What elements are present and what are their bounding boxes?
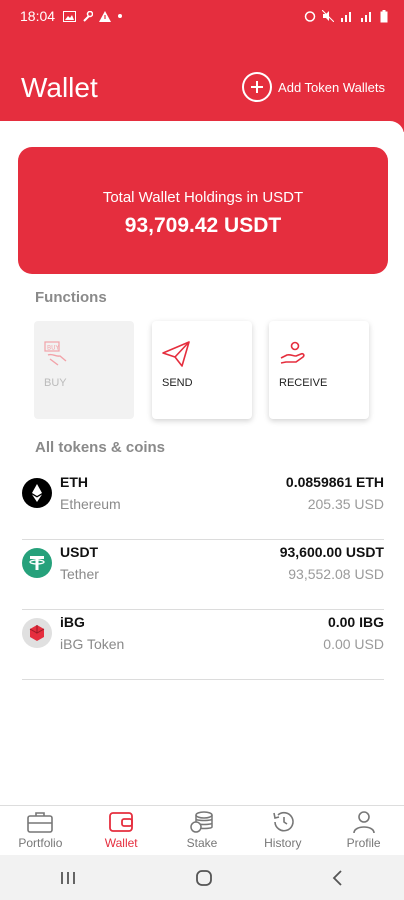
- token-usd-value: 93,552.08 USD: [288, 566, 384, 582]
- coins-icon: [190, 811, 213, 833]
- tether-icon: [22, 548, 52, 578]
- nav-item-profile[interactable]: Profile: [323, 806, 404, 855]
- buy-button[interactable]: BUY BUY: [34, 321, 134, 419]
- nav-label-history: History: [264, 836, 302, 850]
- token-symbol: iBG: [60, 614, 85, 630]
- wallet-icon: [109, 812, 134, 832]
- plus-circle-icon: [242, 72, 273, 102]
- ibg-icon: [22, 618, 52, 648]
- token-symbol: ETH: [60, 474, 88, 490]
- home-icon[interactable]: [195, 869, 213, 887]
- holdings-amount: 93,709.42 USDT: [124, 214, 282, 237]
- status-left-icons: [63, 10, 123, 22]
- nav-item-portfolio[interactable]: Portfolio: [0, 806, 81, 855]
- send-label: SEND: [162, 377, 193, 389]
- token-balance: 93,600.00 USDT: [279, 544, 384, 560]
- holdings-card: Total Wallet Holdings in USDT 93,709.42 …: [18, 147, 388, 274]
- token-name: Tether: [60, 566, 99, 582]
- tokens-title: All tokens & coins: [35, 439, 166, 456]
- wrench-icon: [83, 10, 94, 22]
- nav-item-wallet[interactable]: Wallet: [81, 806, 162, 855]
- receive-button[interactable]: RECEIVE: [269, 321, 369, 419]
- send-button[interactable]: SEND: [152, 321, 252, 419]
- token-usd-value: 0.00 USD: [323, 636, 384, 652]
- system-navigation-bar: [0, 855, 404, 900]
- token-name: iBG Token: [60, 636, 125, 652]
- token-symbol: USDT: [60, 544, 99, 560]
- bottom-navigation: Portfolio Wallet Stake History Profile: [0, 805, 404, 855]
- history-icon: [272, 811, 294, 832]
- svg-text:BUY: BUY: [47, 345, 60, 352]
- buy-label: BUY: [44, 377, 67, 389]
- status-right-icons: [304, 9, 388, 23]
- receive-icon: [279, 341, 307, 372]
- nav-label-portfolio: Portfolio: [18, 836, 63, 850]
- add-token-wallets-button[interactable]: Add Token Wallets: [242, 72, 385, 102]
- token-row-usdt[interactable]: USDT Tether 93,600.00 USDT 93,552.08 USD: [22, 540, 384, 610]
- token-row-eth[interactable]: ETH Ethereum 0.0859861 ETH 205.35 USD: [22, 470, 384, 540]
- status-bar: 18:04: [0, 0, 404, 32]
- status-time: 18:04: [20, 8, 56, 24]
- nav-item-history[interactable]: History: [242, 806, 323, 855]
- functions-title: Functions: [35, 289, 107, 306]
- dot-icon: [118, 14, 123, 18]
- signal-icon-2: [361, 12, 371, 22]
- back-icon[interactable]: [331, 869, 345, 887]
- page-title: Wallet: [21, 72, 98, 103]
- send-icon: [162, 341, 190, 372]
- mute-icon: [322, 10, 334, 22]
- warning-icon: [99, 10, 112, 22]
- nav-label-wallet: Wallet: [104, 836, 138, 850]
- buy-icon: BUY: [44, 341, 70, 372]
- image-icon: [63, 10, 77, 22]
- person-icon: [352, 811, 375, 834]
- ethereum-icon: [22, 478, 52, 508]
- briefcase-icon: [27, 812, 54, 833]
- token-name: Ethereum: [60, 496, 121, 512]
- token-balance: 0.00 IBG: [327, 614, 384, 630]
- token-usd-value: 205.35 USD: [307, 496, 384, 512]
- app-header: Wallet Add Token Wallets: [0, 32, 404, 132]
- nav-label-stake: Stake: [186, 836, 218, 850]
- token-balance: 0.0859861 ETH: [285, 474, 384, 490]
- nav-label-profile: Profile: [346, 836, 381, 850]
- signal-icon: [341, 12, 351, 22]
- recent-apps-icon[interactable]: [59, 870, 77, 886]
- receive-label: RECEIVE: [279, 377, 328, 389]
- battery-icon: [380, 9, 388, 22]
- alarm-icon: [304, 11, 316, 22]
- token-row-ibg[interactable]: iBG iBG Token 0.00 IBG 0.00 USD: [22, 610, 384, 680]
- add-token-label: Add Token Wallets: [278, 79, 385, 95]
- holdings-label: Total Wallet Holdings in USDT: [102, 189, 304, 206]
- nav-item-stake[interactable]: Stake: [162, 806, 243, 855]
